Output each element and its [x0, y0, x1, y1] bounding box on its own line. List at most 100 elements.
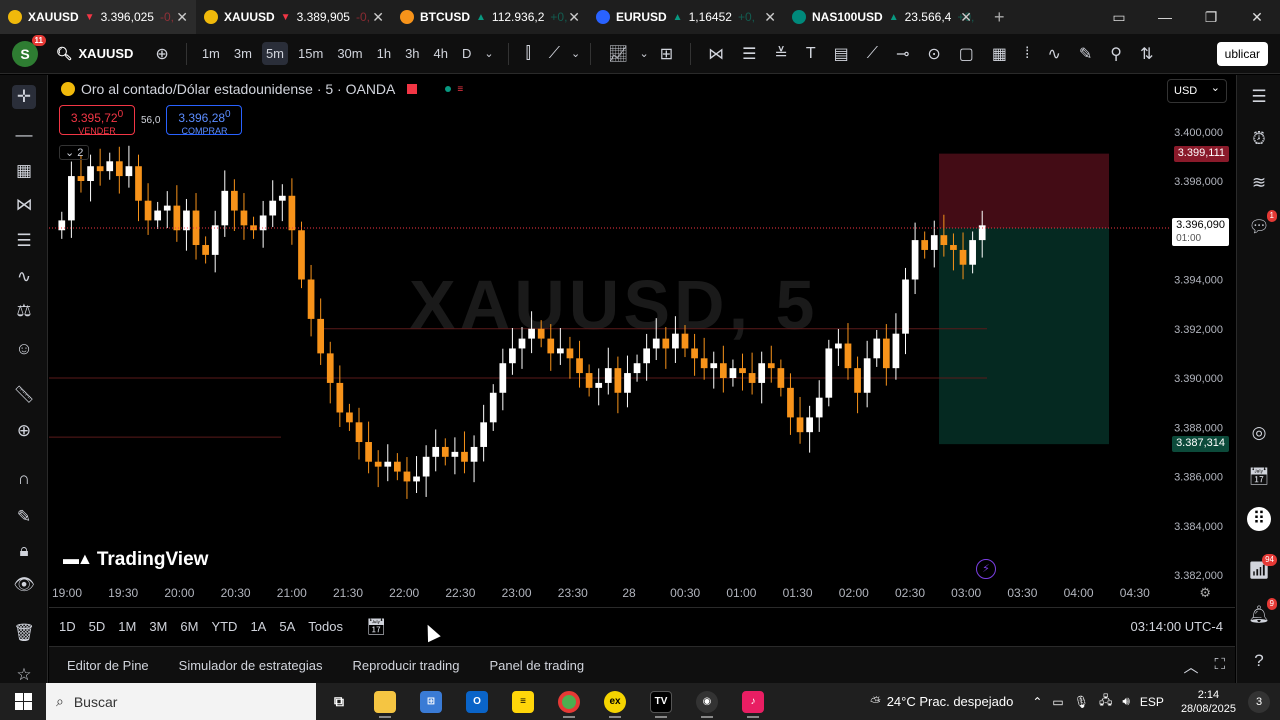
forecast-tool-icon[interactable]: ⇅	[1140, 44, 1153, 64]
chart-clock[interactable]: 03:14:00 UTC-4	[1131, 619, 1224, 634]
chevron-down-icon[interactable]: ⌄	[484, 47, 493, 60]
trendline-icon[interactable]: —	[12, 123, 36, 147]
gann-box-icon[interactable]: ☰	[12, 229, 36, 253]
candles-chart-type-icon[interactable]: ⫿	[526, 45, 531, 63]
range-5a[interactable]: 5A	[279, 619, 295, 634]
browser-tab[interactable]: BTCUSD ▲ 112.936,2 +0, ✕	[392, 0, 588, 34]
tiktok-icon[interactable]: ♪	[730, 683, 776, 720]
publish-button[interactable]: ublicar	[1216, 42, 1268, 66]
chevron-down-icon[interactable]: ⌄	[639, 47, 648, 60]
trash-icon[interactable]: 🗑︎	[12, 621, 36, 645]
obs-icon[interactable]: ◉	[684, 683, 730, 720]
vertical-line-icon[interactable]: ⁞	[1025, 45, 1029, 63]
pattern-tool-icon[interactable]: ⋈	[708, 44, 724, 64]
chevron-down-icon[interactable]: ⌄	[571, 47, 580, 60]
currency-select[interactable]: USD	[1167, 79, 1227, 103]
buy-button[interactable]: 3.396,280 COMPRAR	[166, 105, 243, 136]
horizontal-line-icon[interactable]: ⊸	[896, 44, 909, 64]
timeframe-3m[interactable]: 3m	[230, 42, 256, 65]
help-icon[interactable]: ?	[1247, 649, 1271, 673]
notification-center-icon[interactable]: 3	[1248, 690, 1270, 713]
outlook-icon[interactable]: O	[454, 683, 500, 720]
chevron-up-icon[interactable]: ︿	[1183, 656, 1198, 677]
notes-app-icon[interactable]: ≡	[500, 683, 546, 720]
chevron-up-icon[interactable]: ⌃	[1032, 695, 1042, 709]
panel-tab[interactable]: Reproducir trading	[352, 658, 459, 673]
range-3m[interactable]: 3M	[149, 619, 167, 634]
browser-tab[interactable]: XAUUSD ▼ 3.389,905 -0, ✕	[196, 0, 392, 34]
emoji-icon[interactable]: ☺	[12, 337, 36, 361]
range-5d[interactable]: 5D	[89, 619, 106, 634]
range-ytd[interactable]: YTD	[211, 619, 237, 634]
volume-icon[interactable]: 🔊︎	[1122, 694, 1130, 709]
text-tool-icon[interactable]: T	[806, 45, 816, 63]
chat-icon[interactable]: 💬︎ 1	[1247, 210, 1277, 239]
path-tool-icon[interactable]: ∿	[1047, 44, 1060, 64]
chart-area[interactable]: XAUUSD, 5 3.400,000 3.398,000 3.394,000 3.3…	[49, 75, 1235, 607]
alarm-clock-icon[interactable]: ⏰︎	[1247, 127, 1271, 151]
browser-tab[interactable]: NAS100USD ▲ 23.566,4 +0, ✕	[784, 0, 980, 34]
battery-icon[interactable]: ▭	[1052, 695, 1063, 709]
sell-button[interactable]: 3.395,720 VENDER	[59, 105, 135, 136]
line-chart-type-icon[interactable]: ⟋	[549, 45, 560, 63]
zoom-icon[interactable]: ⊕	[12, 419, 36, 443]
minimize-icon[interactable]: —	[1142, 9, 1188, 25]
task-view-icon[interactable]: ⧉	[316, 683, 362, 720]
calendar-range-icon[interactable]: 📅︎	[366, 617, 386, 637]
target-icon[interactable]: ◎	[1247, 421, 1271, 445]
range-1d[interactable]: 1D	[59, 619, 76, 634]
layout-grid-icon[interactable]: ⊞	[660, 44, 673, 64]
long-position-icon[interactable]: ⚲	[1110, 44, 1122, 64]
microphone-icon[interactable]: 🎙︎	[1074, 695, 1089, 709]
pitchfork-icon[interactable]: ⋈	[12, 193, 36, 217]
close-tab-icon[interactable]: ✕	[372, 9, 384, 26]
apps-grid-icon[interactable]: ⠿	[1247, 507, 1271, 531]
network-icon[interactable]: 🖧︎	[1099, 691, 1112, 712]
hide-drawings-icon[interactable]: 👁︎	[12, 573, 36, 597]
flag-icon[interactable]	[407, 84, 418, 94]
range-1a[interactable]: 1A	[250, 619, 266, 634]
lock-drawing-icon[interactable]: ✎	[12, 505, 36, 529]
timeframe-1m[interactable]: 1m	[198, 42, 224, 65]
user-avatar[interactable]: S 11	[12, 34, 46, 67]
rectangle-tool-icon[interactable]: ▢	[959, 44, 974, 64]
close-tab-icon[interactable]: ✕	[176, 9, 188, 26]
timeframe-4h[interactable]: 4h	[430, 42, 452, 65]
calendar-icon[interactable]: 📅︎	[1247, 465, 1271, 489]
brush-tool-icon[interactable]: ✎	[1079, 44, 1092, 64]
lightning-icon[interactable]: ⚡︎	[976, 559, 996, 579]
windows-start-icon[interactable]	[0, 683, 46, 720]
chart-settings-icon[interactable]: ⚙	[1199, 585, 1211, 601]
language-indicator[interactable]: ESP	[1140, 695, 1164, 709]
store-icon[interactable]: ⊞	[408, 683, 454, 720]
price-chart[interactable]: 3.400,000 3.398,000 3.394,000 3.392,000 3.39…	[49, 75, 1235, 607]
chrome-icon[interactable]	[546, 683, 592, 720]
fib-retracement-icon[interactable]: ▦	[12, 159, 36, 183]
panel-tab[interactable]: Panel de trading	[489, 658, 584, 673]
file-explorer-icon[interactable]	[362, 683, 408, 720]
broadcast-icon[interactable]: 📶︎ 94	[1247, 554, 1277, 583]
maximize-icon[interactable]: ⛶	[1214, 656, 1225, 677]
lock-icon[interactable]: 🔒︎	[12, 539, 36, 563]
range-1m[interactable]: 1M	[118, 619, 136, 634]
layers-icon[interactable]: ≋	[1247, 171, 1271, 195]
indicators-collapse-toggle[interactable]: ⌄ 2	[59, 145, 90, 160]
circle-tool-icon[interactable]: ⊙	[927, 44, 940, 64]
taskbar-clock[interactable]: 2:14 28/08/2025	[1181, 688, 1236, 716]
range-6m[interactable]: 6M	[180, 619, 198, 634]
channel-tool-icon[interactable]: ▤	[834, 44, 849, 64]
watchlist-icon[interactable]: ☰	[1247, 85, 1271, 109]
close-window-icon[interactable]: ✕	[1234, 9, 1280, 26]
magnet-icon[interactable]: ∩	[12, 467, 36, 491]
symbol-search[interactable]: 🔍︎ XAUUSD	[56, 46, 133, 62]
timeframe-1h[interactable]: 1h	[373, 42, 395, 65]
panel-tab[interactable]: Editor de Pine	[67, 658, 149, 673]
timeframe-30m[interactable]: 30m	[333, 42, 366, 65]
close-tab-icon[interactable]: ✕	[568, 9, 580, 26]
bell-icon[interactable]: 🔔︎ 9	[1247, 598, 1277, 627]
measure-price-icon[interactable]: ⚖	[12, 299, 36, 323]
taskbar-search[interactable]: ⌕ Buscar	[46, 683, 316, 720]
timeframe-D[interactable]: D	[458, 42, 475, 65]
crosshair-icon[interactable]: ✛	[12, 85, 36, 109]
fib-tool-icon[interactable]: ☰	[742, 44, 756, 64]
